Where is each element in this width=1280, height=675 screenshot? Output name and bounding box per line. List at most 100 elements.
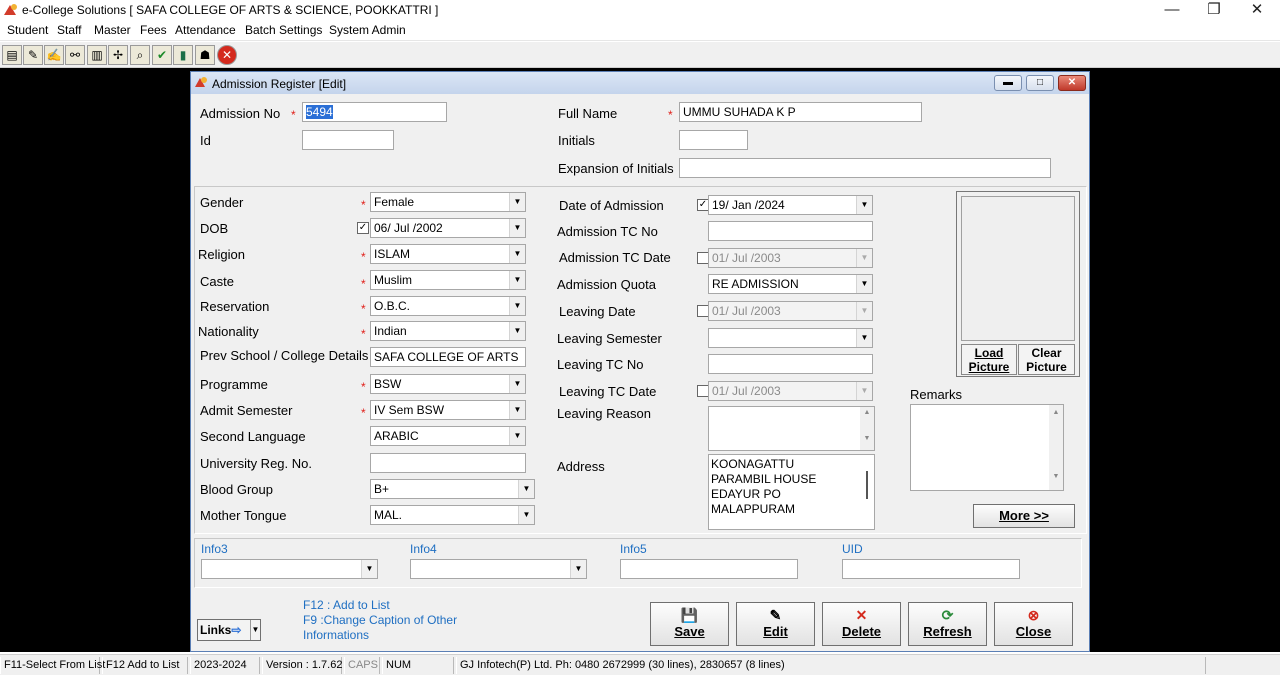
chevron-down-icon: ▼ [856,329,872,347]
remarks-textarea[interactable]: ▲ ▼ [910,404,1064,491]
prev-school-field[interactable]: SAFA COLLEGE OF ARTS [370,347,526,367]
refresh-button[interactable]: ⟳ Refresh [908,602,987,646]
leaving-date-picker[interactable]: 01/ Jul /2003 ▼ [708,301,873,321]
student-photo [961,196,1075,341]
dialog-minimize-button[interactable]: ▬ [994,75,1022,91]
admission-tc-no-field[interactable] [708,221,873,241]
blood-group-label: Blood Group [200,482,273,497]
link-icon[interactable]: ⚯ [65,45,85,65]
gender-select[interactable]: Female ▼ [370,192,526,212]
admission-tc-date-picker[interactable]: 01/ Jul /2003 ▼ [708,248,873,268]
address-textarea[interactable]: KOONAGATTU PARAMBIL HOUSE EDAYUR PO MALA… [708,454,875,530]
religion-select[interactable]: ISLAM ▼ [370,244,526,264]
load-picture-label: Load [974,346,1004,360]
admission-quota-select[interactable]: RE ADMISSION ▼ [708,274,873,294]
caste-select[interactable]: Muslim ▼ [370,270,526,290]
vertical-scrollbar[interactable]: ▲ ▼ [1049,405,1063,490]
expansion-field[interactable] [679,158,1051,178]
dialog-maximize-button[interactable]: □ [1026,75,1054,91]
dialog-close-button[interactable]: ✕ [1058,75,1086,91]
status-hint-f11: F11-Select From List [0,657,105,674]
picture-frame: Load Picture Clear Picture [956,191,1080,377]
load-picture-button[interactable]: Load Picture [961,344,1017,375]
university-reg-field[interactable] [370,453,526,473]
info4-select[interactable]: ▼ [410,559,587,579]
restore-button[interactable]: ❐ [1192,0,1236,20]
leaving-reason-label: Leaving Reason [557,406,651,421]
info3-select[interactable]: ▼ [201,559,378,579]
programme-label: Programme [200,377,268,392]
mother-tongue-value: MAL. [374,508,403,522]
admission-no-label: Admission No [200,106,281,121]
expansion-label: Expansion of Initials [558,161,674,176]
close-circle-icon: ⊗ [1027,607,1040,623]
address-line: KOONAGATTU [711,457,795,471]
uid-field[interactable] [842,559,1020,579]
check-icon[interactable]: ✔ [152,45,172,65]
admit-semester-value: IV Sem BSW [374,403,445,417]
exit-icon[interactable]: ✕ [217,45,237,65]
initials-field[interactable] [679,130,748,150]
links-button[interactable]: Links⇨ ▼ [197,619,261,641]
religion-value: ISLAM [374,247,411,261]
programme-select[interactable]: BSW ▼ [370,374,526,394]
status-company-info: GJ Infotech(P) Ltd. Ph: 0480 2672999 (30… [456,657,1206,674]
books-icon[interactable]: ▥ [87,45,107,65]
chevron-down-icon[interactable]: ▼ [250,620,260,640]
dob-checkbox[interactable]: ✓ [357,222,369,234]
leaving-reason-textarea[interactable]: ▲ ▼ [708,406,875,451]
pencil-icon[interactable]: ✎ [23,45,43,65]
menu-student[interactable]: Student [7,23,48,37]
full-name-field[interactable]: UMMU SUHADA K P [679,102,922,122]
close-window-button[interactable]: ✕ [1235,0,1279,20]
second-language-select[interactable]: ARABIC ▼ [370,426,526,446]
id-field[interactable] [302,130,394,150]
vertical-scrollbar[interactable]: ▲ ▼ [860,407,874,450]
info5-field[interactable] [620,559,798,579]
save-button[interactable]: 💾 Save [650,602,729,646]
menu-batch-settings[interactable]: Batch Settings [245,23,322,37]
leaving-date-label: Leaving Date [559,304,636,319]
required-mark: * [361,198,366,212]
reservation-select[interactable]: O.B.C. ▼ [370,296,526,316]
blood-group-select[interactable]: B+ ▼ [370,479,535,499]
document-icon[interactable]: ▮ [173,45,193,65]
chevron-down-icon: ▼ [570,560,586,578]
close-button[interactable]: ⊗ Close [994,602,1073,646]
refresh-label: Refresh [923,624,972,639]
user-icon[interactable]: ☗ [195,45,215,65]
delete-button[interactable]: ✕ Delete [822,602,901,646]
menu-fees[interactable]: Fees [140,23,167,37]
more-button[interactable]: More >> [973,504,1075,528]
leaving-date-value: 01/ Jul /2003 [712,304,781,318]
status-version: Version : 1.7.62 [262,657,342,674]
admit-semester-select[interactable]: IV Sem BSW ▼ [370,400,526,420]
leaving-semester-select[interactable]: ▼ [708,328,873,348]
window-title: e-College Solutions [ SAFA COLLEGE OF AR… [22,3,439,17]
edit-icon[interactable]: ✍ [44,45,64,65]
search-icon[interactable]: ⌕ [130,45,150,65]
clear-picture-button[interactable]: Clear Picture [1018,344,1075,375]
chevron-down-icon: ▼ [856,382,872,400]
network-icon[interactable]: ✢ [108,45,128,65]
menu-master[interactable]: Master [94,23,131,37]
book-icon[interactable]: ▤ [2,45,22,65]
date-of-admission-picker[interactable]: 19/ Jan /2024 ▼ [708,195,873,215]
leaving-tc-no-field[interactable] [708,354,873,374]
menu-staff[interactable]: Staff [57,23,81,37]
minimize-button[interactable]: — [1150,0,1194,20]
required-mark: * [361,380,366,394]
address-line: EDAYUR PO [711,487,781,501]
full-name-label: Full Name [558,106,618,121]
leaving-tc-date-label: Leaving TC Date [559,384,657,399]
dob-picker[interactable]: 06/ Jul /2002 ▼ [370,218,526,238]
mother-tongue-select[interactable]: MAL. ▼ [370,505,535,525]
menu-attendance[interactable]: Attendance [175,23,236,37]
leaving-tc-date-picker[interactable]: 01/ Jul /2003 ▼ [708,381,873,401]
chevron-down-icon: ▼ [856,249,872,267]
nationality-select[interactable]: Indian ▼ [370,321,526,341]
menu-system-admin[interactable]: System Admin [329,23,406,37]
edit-button[interactable]: ✎ Edit [736,602,815,646]
admission-no-field[interactable]: 5494 [302,102,447,122]
admit-semester-label: Admit Semester [200,403,293,418]
